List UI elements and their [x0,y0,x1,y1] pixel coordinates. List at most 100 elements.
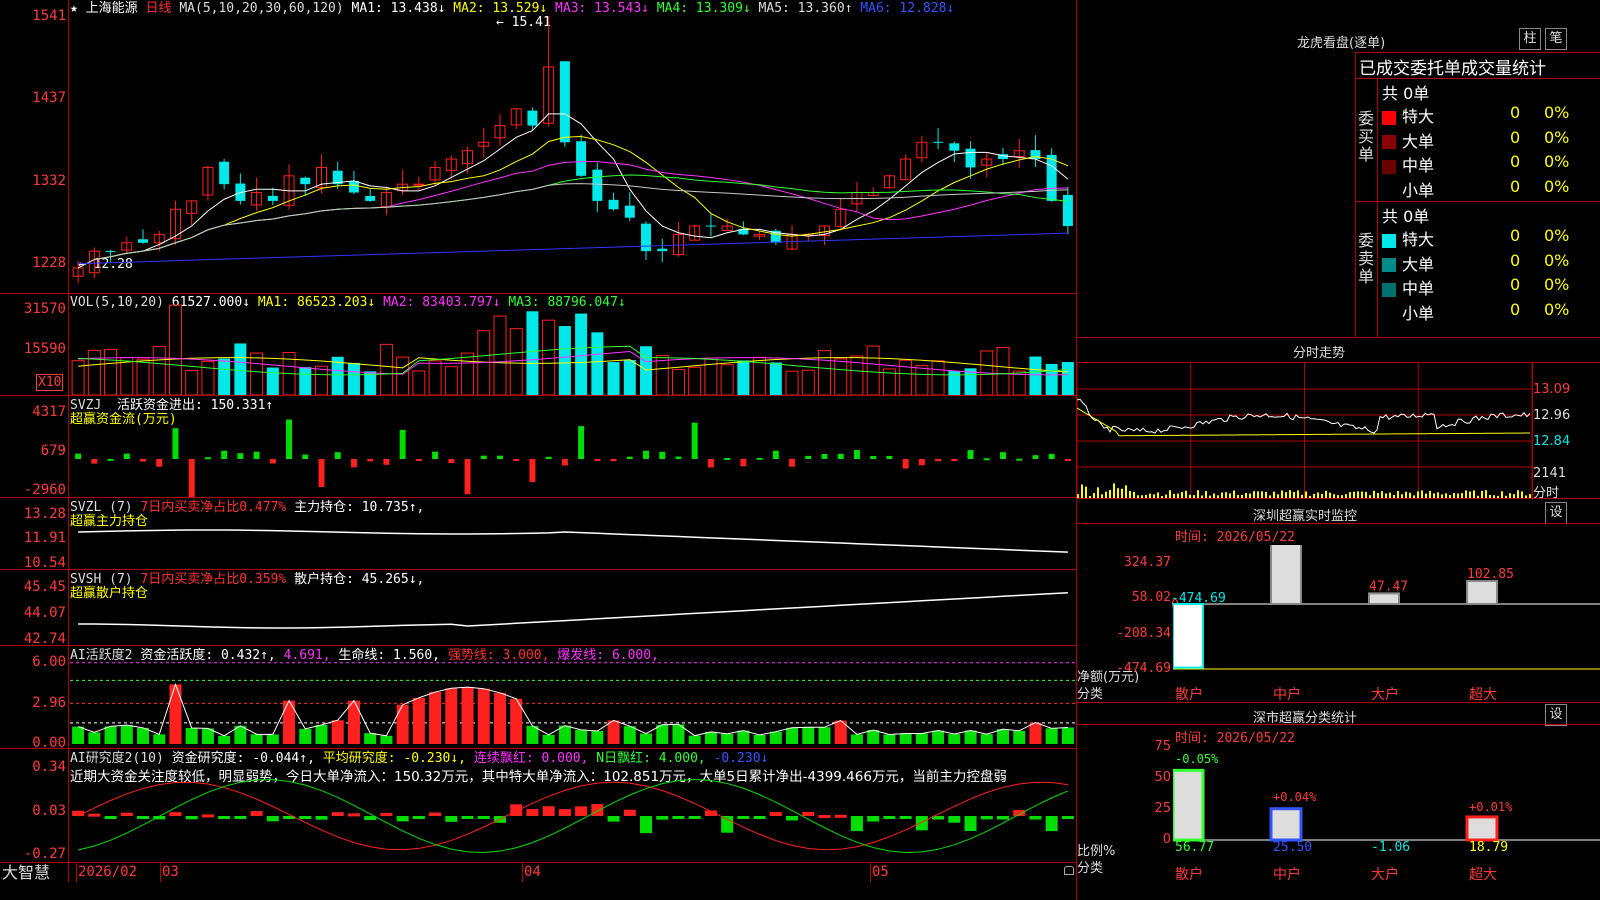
research-bar [623,809,636,816]
vol-bar [785,370,799,395]
fs-vol-bar [1253,491,1255,498]
vol-bar [591,332,604,395]
research-bar [802,811,815,816]
vol-bar [801,369,815,395]
fs-vol-bar [1205,491,1207,498]
candle-body [576,141,587,176]
svzl-axis-label: 11.91 [23,530,66,546]
flow-bar [740,459,747,467]
fs-vol-bar [1397,490,1399,498]
ai1-axis-label: 2.96 [32,695,66,711]
activity-bar [396,704,409,744]
intraday-axis: 12.84 [1533,434,1571,449]
netflow-bar [1466,580,1498,605]
svzl-axis-label: 13.28 [23,506,66,522]
research-bar [996,816,1009,820]
flow-bar [675,456,682,459]
flow-bar [594,459,601,461]
activity-chart[interactable] [70,646,1076,748]
chart-area[interactable]: 1541 1437 1332 1228 ★ 上海能源 日线 MA(5,10,20… [0,0,1076,882]
tick-mode-button[interactable]: 笔 [1545,28,1567,50]
fs-vol-bar [1481,491,1483,498]
fs-vol-bar [1257,491,1259,498]
candle-body [300,177,311,185]
fs-vol-bar [1129,491,1131,498]
row-percent: 0% [1544,275,1570,294]
flow-bar [886,455,893,459]
row-count: 0 [1510,127,1521,147]
research-bar [786,816,799,821]
flow-bar [789,459,796,467]
candle-body [365,196,376,201]
netflow-label: 47.47 [1369,579,1408,594]
research-bar [607,816,620,822]
fs-vol-bar [1465,490,1467,498]
vol-bar [104,348,118,395]
activity-bar [429,692,442,744]
fs-vol-bar [1185,490,1187,498]
activity-bar [656,724,669,744]
vol-bar [688,366,702,395]
fs-vol-bar [1109,489,1111,498]
main-holding-chart[interactable] [70,498,1076,569]
activity-bar [104,726,117,744]
research-bar [867,816,880,822]
activity-bar [120,725,133,744]
retail-holding-line [78,591,1068,629]
vol-bar [1061,362,1074,395]
vol-bar [250,352,264,395]
sz-axis: 324.37 [1124,555,1171,570]
color-swatch [1382,110,1396,125]
category-label: 中户 [1273,687,1301,703]
row-percent: 0% [1544,103,1570,122]
color-swatch [1382,258,1396,272]
lhb-title: 龙虎看盘(逐单) [1297,36,1386,51]
netflow-bar [1270,545,1302,605]
research-bar [477,816,490,819]
order-row: 特大 0 0% [1382,226,1600,250]
activity-bar [737,730,750,744]
flow-bar [415,459,422,461]
sz-monitor-title: 深圳超赢实时监控 [1253,509,1358,524]
flow-bar [107,458,114,461]
activity-bar [380,735,393,744]
flow-bar [902,459,909,469]
sz-netflow-chart[interactable]: -474.69324.3747.47102.85 [1173,545,1600,700]
vol-bar [379,343,393,395]
flow-bar [643,450,650,459]
lock-icon[interactable] [1064,866,1074,875]
research-chart[interactable] [70,749,1076,862]
fl-settings-button[interactable]: 设 [1545,704,1567,726]
candle-body [348,180,359,193]
category-label: 超大 [1469,867,1497,883]
stat-title: 已成交委托单成交量统计 [1359,59,1546,79]
vol-bar [120,357,134,395]
intraday-chart[interactable] [1077,363,1532,498]
candlestick-chart[interactable] [70,0,1076,293]
flow-bar [383,459,390,465]
flow-bar [318,459,325,488]
research-bar [753,816,766,819]
activity-bar [72,726,85,744]
date-label: 03 [162,864,179,880]
candle-body [105,251,116,253]
activity-bar [266,734,279,744]
fund-flow-chart[interactable] [70,396,1076,497]
candle-body [413,183,425,186]
vol-bar [87,349,101,395]
sz-time: 时间: 2026/05/22 [1175,530,1295,545]
retail-holding-chart[interactable] [70,570,1076,645]
activity-bar [786,727,799,744]
sz-settings-button[interactable]: 设 [1545,502,1567,524]
color-swatch [1382,307,1396,321]
bar-mode-button[interactable]: 柱 [1519,28,1541,50]
activity-bar [818,727,831,744]
research-line [77,781,1068,851]
research-bar [1029,816,1042,820]
flow-bar [221,450,228,459]
fl-axis: 50 [1154,770,1171,785]
research-bar [964,816,977,832]
ratio-bar [1269,807,1303,842]
flow-bar [724,457,731,460]
volume-chart[interactable] [70,294,1076,395]
